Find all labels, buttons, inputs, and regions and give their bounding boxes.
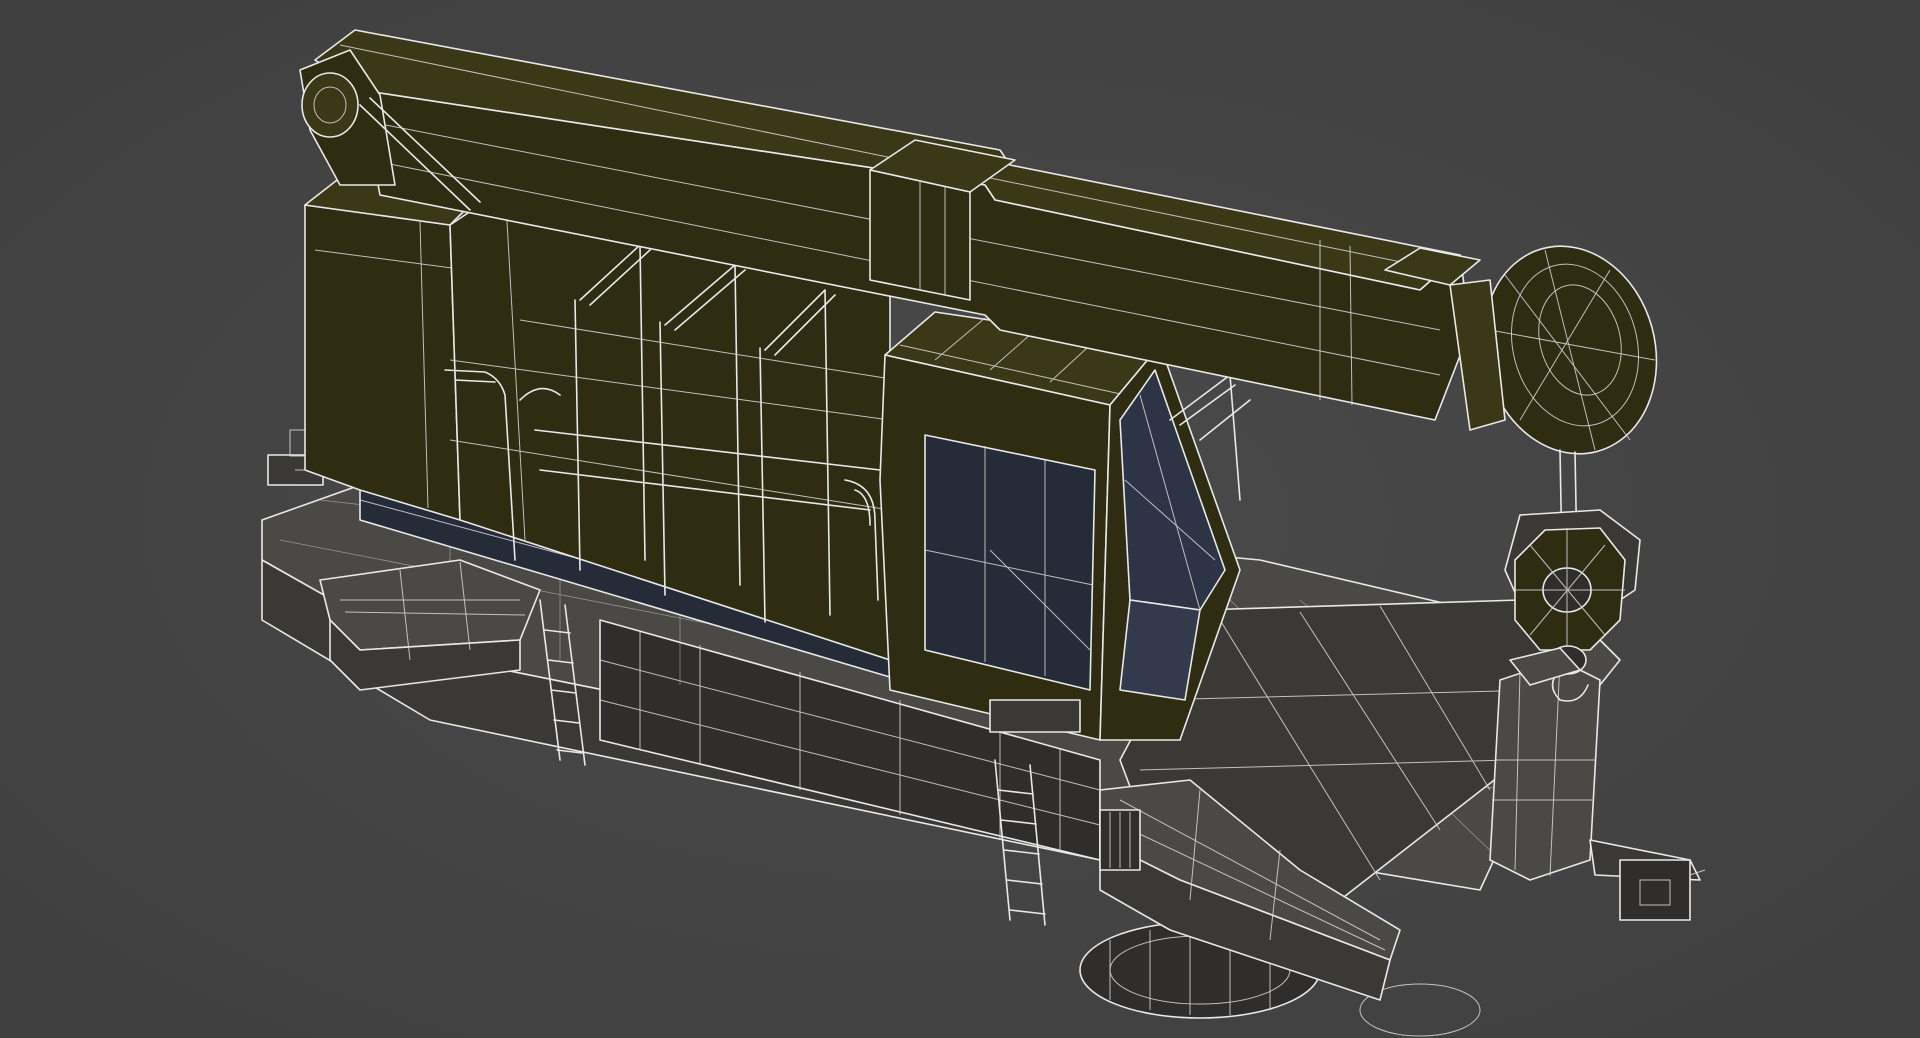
crane-railcar-wireframe-render — [261, 29, 1706, 1037]
operator-cab — [879, 311, 1241, 741]
front-coupler — [1589, 839, 1706, 921]
boom-head-sheave — [1449, 245, 1658, 455]
3d-viewport[interactable] — [0, 0, 1920, 1038]
